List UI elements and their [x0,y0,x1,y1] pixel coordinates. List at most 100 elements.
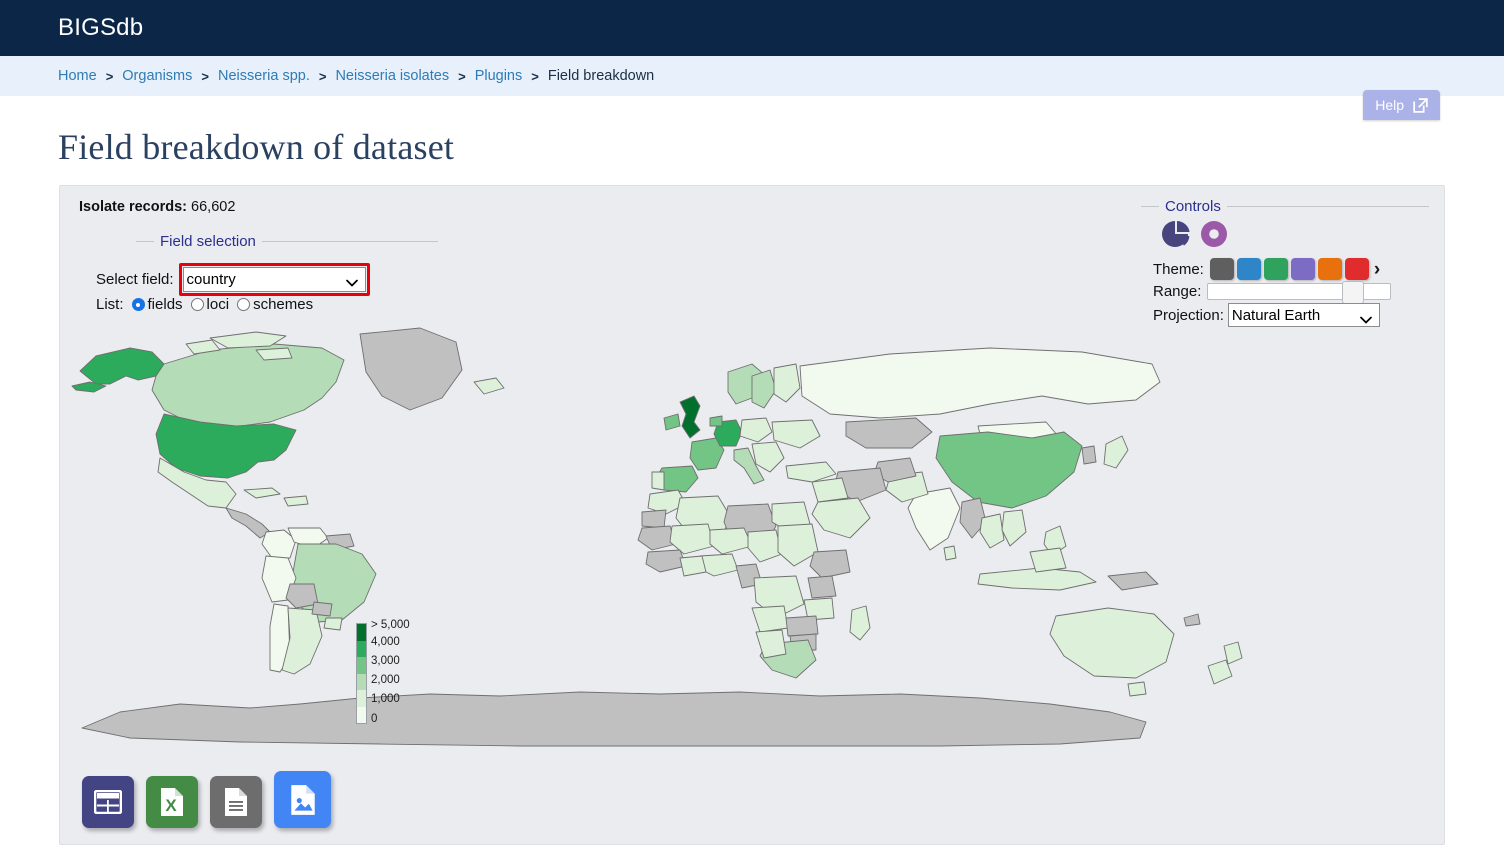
projection-select-wrapper: Natural Earth [1227,303,1380,327]
country-mali [669,523,715,555]
country-angola [751,605,789,633]
controls-body: Theme: › Range: Projection: Natural Eart… [1153,218,1433,327]
world-map-svg[interactable] [60,326,1446,766]
legend-swatch-4000 [357,640,366,657]
breadcrumb-separator: > [458,68,466,84]
country-russia [799,347,1161,419]
select-field-highlight: country [178,263,370,296]
country-zambia [785,615,819,637]
country-madagascar [849,605,871,641]
choropleth-world-map[interactable] [60,326,1446,766]
list-option-schemes-label: schemes [253,296,314,313]
rule-right [261,241,438,242]
range-row: Range: [1153,281,1433,304]
country-finland [773,363,801,403]
breadcrumb-item-home[interactable]: Home [58,68,97,84]
select-field-dropdown[interactable]: country [182,267,366,292]
country-greenland [359,327,463,411]
page-title: Field breakdown of dataset [58,127,455,167]
country-cuba [243,487,281,499]
theme-swatch-blue[interactable] [1236,258,1261,280]
breadcrumb-item-organisms[interactable]: Organisms [122,68,192,84]
controls-legend-label: Controls [1165,198,1221,215]
select-field-label: Select field: [96,271,174,288]
country-iceland [473,377,505,395]
isolate-records-value: 66,602 [191,199,236,215]
isolate-records-label: Isolate records: [79,199,187,215]
list-option-schemes[interactable]: schemes [237,296,313,313]
text-file-icon [223,787,249,817]
country-tasmania [1127,681,1147,697]
help-button[interactable]: Help [1363,90,1440,120]
pie-chart-icon[interactable] [1160,218,1192,255]
help-button-label: Help [1375,97,1404,113]
field-selection-legend-label: Field selection [160,233,256,250]
legend-label-2000: 2,000 [371,674,400,686]
country-iraq-syria [811,477,849,503]
chevron-right-icon[interactable]: › [1374,260,1380,279]
list-label: List: [96,296,124,313]
list-option-loci[interactable]: loci [190,296,230,313]
projection-row: Projection: Natural Earth [1153,303,1433,327]
country-netherlands [709,415,723,427]
export-excel-button[interactable]: X [146,776,198,828]
controls-legend: Controls [1141,198,1429,215]
map-color-legend: > 5,000 4,000 3,000 2,000 1,000 0 [356,619,441,725]
country-namibia [755,629,787,659]
projection-label: Projection: [1153,306,1224,324]
theme-swatch-purple[interactable] [1290,258,1315,280]
country-central-america [225,507,271,539]
legend-swatch-3000 [357,657,366,674]
projection-dropdown[interactable]: Natural Earth [1227,303,1380,327]
country-china [935,431,1083,509]
country-ukraine [771,419,821,449]
range-slider-handle[interactable] [1342,281,1365,304]
isolate-records-summary: Isolate records: 66,602 [79,199,235,215]
range-label: Range: [1153,283,1202,300]
list-option-fields-label: fields [147,296,183,313]
breadcrumb-item-neisseria-spp[interactable]: Neisseria spp. [218,68,310,84]
legend-tick-labels: > 5,000 4,000 3,000 2,000 1,000 0 [371,619,441,724]
breadcrumb-item-neisseria-isolates[interactable]: Neisseria isolates [335,68,449,84]
country-poland [739,417,773,443]
theme-swatch-orange[interactable] [1317,258,1342,280]
theme-row: Theme: › [1153,258,1433,280]
country-western-sahara [641,509,667,529]
donut-chart-icon[interactable] [1198,218,1230,255]
country-ethiopia [809,549,851,579]
theme-swatch-grey[interactable] [1209,258,1234,280]
export-table-button[interactable] [82,776,134,828]
legend-swatch-5000 [357,624,366,641]
country-sweden [751,369,777,409]
excel-file-icon: X [159,787,185,817]
country-uruguay [323,617,343,631]
external-link-icon [1411,96,1430,115]
country-ireland [663,413,681,431]
country-turkey [785,461,837,483]
breadcrumb-separator: > [105,68,114,84]
svg-text:X: X [165,796,177,815]
radio-schemes[interactable] [237,298,251,311]
breadcrumb-item-plugins[interactable]: Plugins [475,68,523,84]
country-chad [747,529,783,563]
radio-fields[interactable] [131,298,145,311]
country-hispaniola [283,495,309,507]
country-saudi-arabia [811,497,871,539]
range-slider[interactable] [1207,281,1392,304]
radio-loci[interactable] [190,298,204,311]
table-icon [94,790,122,814]
list-option-loci-label: loci [206,296,230,313]
export-text-button[interactable] [210,776,262,828]
country-papua [1107,571,1159,591]
breadcrumb-separator: > [201,68,209,84]
theme-swatch-green[interactable] [1263,258,1288,280]
theme-swatch-red[interactable] [1344,258,1369,280]
country-korea [1081,445,1097,465]
list-type-row: List: fields loci schemes [96,296,313,313]
list-option-fields[interactable]: fields [131,296,183,313]
country-paraguay [311,601,333,617]
country-canada [151,343,345,429]
country-borneo [1029,547,1067,573]
legend-swatch-2000 [357,673,366,690]
export-image-button[interactable] [274,771,331,828]
